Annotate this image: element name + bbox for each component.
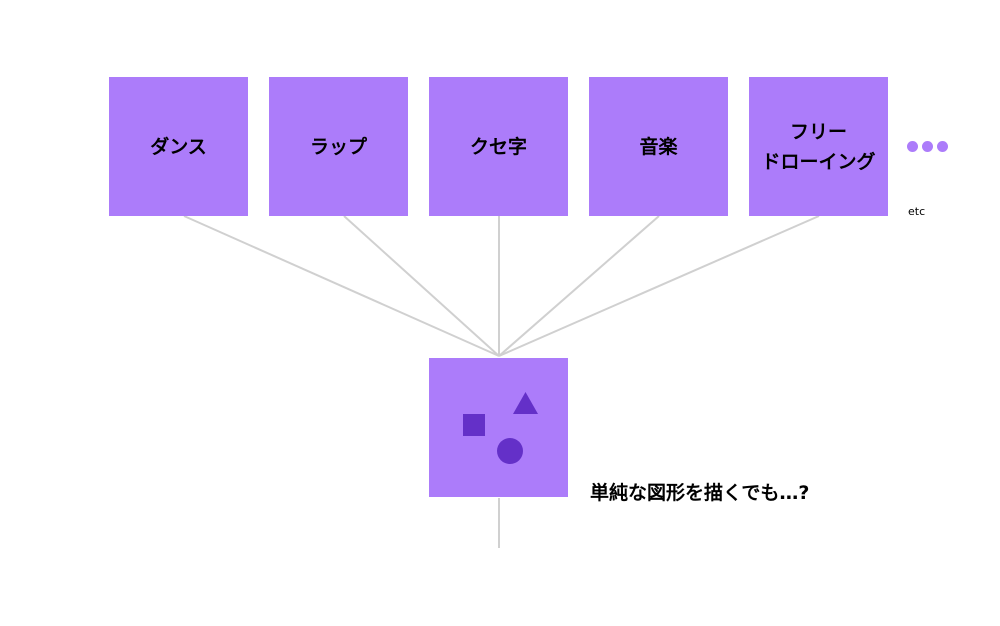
etc-label: etc (908, 205, 926, 218)
caption: 単純な図形を描くでも…? (590, 482, 810, 504)
connector-line (498, 215, 820, 357)
connector-line (343, 215, 500, 357)
triangle-shape-icon (513, 392, 538, 414)
circle-shape-icon (497, 438, 523, 464)
category-box-music: 音楽 (589, 77, 728, 216)
dot (922, 141, 933, 152)
dot (937, 141, 948, 152)
category-box-rap: ラップ (269, 77, 408, 216)
connector-line (498, 215, 660, 357)
category-box-handwriting: クセ字 (429, 77, 568, 216)
connector-line (183, 215, 500, 357)
square-shape-icon (463, 414, 485, 436)
center-box (429, 358, 568, 497)
more-dots-icon (907, 141, 948, 152)
category-box-dance: ダンス (109, 77, 248, 216)
dot (907, 141, 918, 152)
category-box-free-drawing: フリー ドローイング (749, 77, 888, 216)
